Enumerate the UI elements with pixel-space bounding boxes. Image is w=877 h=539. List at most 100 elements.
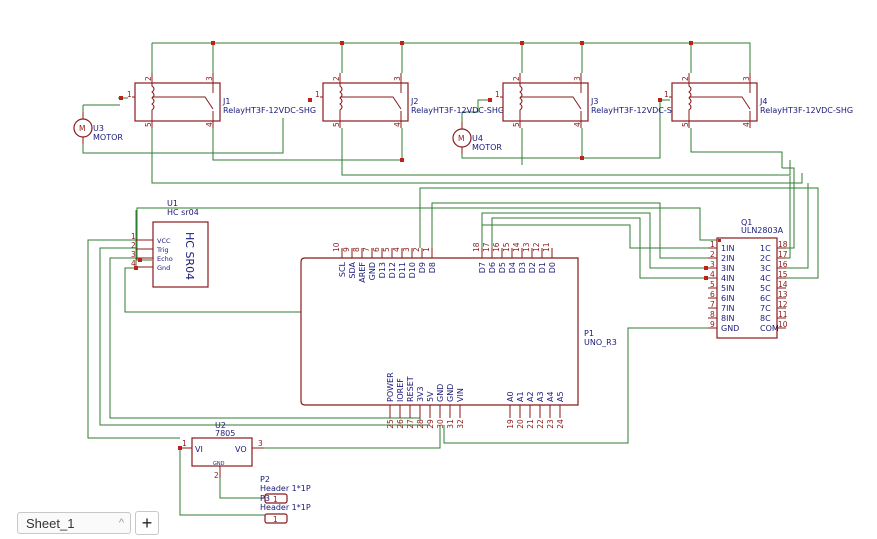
driver-pin-num-4: 4 bbox=[710, 270, 715, 279]
relay-4-pin-3: 3 bbox=[742, 76, 751, 81]
relay-3-pin-4: 4 bbox=[573, 122, 582, 127]
sensor-pin-num-3: 3 bbox=[131, 250, 136, 259]
relay-2-pin-2: 2 bbox=[332, 76, 341, 81]
driver-pin-num-3: 3 bbox=[710, 260, 715, 269]
arduino-pin-a2-2: A2 bbox=[526, 391, 535, 402]
arduino-br-num-22: 22 bbox=[536, 419, 545, 429]
arduino-bl-num-25: 25 bbox=[386, 419, 395, 429]
header-p2-value: Header 1*1P bbox=[260, 484, 311, 493]
arduino-bl-num-28: 28 bbox=[416, 419, 425, 429]
sensor-value: HC sr04 bbox=[167, 208, 199, 217]
driver-pin-num-5: 5 bbox=[710, 280, 715, 289]
driver-pin-num-13: 13 bbox=[778, 290, 788, 299]
arduino-tr-num-17: 17 bbox=[482, 242, 491, 252]
relay-4-pin-1: 1 bbox=[664, 90, 669, 99]
relay-4-pin-2: 2 bbox=[681, 76, 690, 81]
sheet-tab[interactable]: Sheet_1 ^ bbox=[17, 512, 131, 534]
arduino-br-num-20: 20 bbox=[516, 419, 525, 429]
schematic-canvas[interactable]: 12 345J1RelayHT3F-12VDC-SHG12 345J2RelayHT… bbox=[0, 0, 877, 539]
arduino-pin-d8: D8 bbox=[428, 262, 437, 273]
relay-2[interactable]: 1 2 3 4 5 J2RelayHT3F-12VDC-SHG bbox=[315, 73, 504, 128]
arduino-tl-num-10: 10 bbox=[332, 242, 341, 252]
relay-4[interactable]: 1 2 3 4 5 J4RelayHT3F-12VDC-SHG bbox=[664, 73, 853, 128]
arduino-pin-a5-5: A5 bbox=[556, 391, 565, 402]
driver-pin-num-16: 16 bbox=[778, 260, 788, 269]
arduino-tr-num-13: 13 bbox=[522, 242, 531, 252]
add-sheet-button[interactable]: + bbox=[135, 511, 159, 535]
reg-pin-num-1: 1 bbox=[182, 439, 187, 448]
sheet-bar: Sheet_1 ^ + bbox=[17, 511, 159, 535]
arduino-pin-gnd-6: GND bbox=[446, 384, 455, 402]
arduino-br-num-23: 23 bbox=[546, 419, 555, 429]
arduino-tr-num-12: 12 bbox=[532, 242, 541, 252]
arduino-pin-d10: D10 bbox=[408, 262, 417, 278]
driver-pin-4c: 4C bbox=[760, 274, 771, 283]
header-p3-ref: P3 bbox=[260, 494, 270, 503]
driver-pin-num-15: 15 bbox=[778, 270, 788, 279]
arduino-pin-ioref-1: IOREF bbox=[396, 378, 405, 402]
arduino-pin-3v3-3: 3V3 bbox=[416, 386, 425, 402]
driver-pin-num-14: 14 bbox=[778, 280, 788, 289]
arduino-p1[interactable]: P1 UNO_R3 10SCL9SDA8AREF7GND6D135D124D11… bbox=[300, 242, 617, 429]
arduino-tr-num-18: 18 bbox=[472, 242, 481, 252]
regulator-u2[interactable]: U2 7805 VI VO GND 1 3 2 bbox=[178, 421, 264, 480]
motor-u3[interactable]: M U3 MOTOR bbox=[73, 112, 123, 144]
driver-pin-4in: 4IN bbox=[721, 274, 734, 283]
header-p2-ref: P2 bbox=[260, 475, 270, 484]
arduino-bl-num-32: 32 bbox=[456, 419, 465, 429]
arduino-pin-d2: D2 bbox=[528, 262, 537, 273]
arduino-br-num-24: 24 bbox=[556, 419, 565, 429]
arduino-pin-d12: D12 bbox=[388, 262, 397, 278]
motor-u4-value: MOTOR bbox=[472, 143, 502, 152]
driver-pin-gnd: GND bbox=[721, 324, 739, 333]
relay-1-pin-3: 3 bbox=[205, 76, 214, 81]
relay-4-value: RelayHT3F-12VDC-SHG bbox=[760, 106, 853, 115]
arduino-pin-aref: AREF bbox=[358, 262, 367, 283]
motor-u4[interactable]: M U4 MOTOR bbox=[452, 122, 502, 154]
sensor-ref: U1 bbox=[167, 199, 178, 208]
driver-pin-2c: 2C bbox=[760, 254, 771, 263]
relay-2-value: RelayHT3F-12VDC-SHG bbox=[411, 106, 504, 115]
arduino-tr-num-16: 16 bbox=[492, 242, 501, 252]
sensor-pin-num-1: 1 bbox=[131, 232, 136, 241]
reg-pin-num-3: 3 bbox=[258, 439, 263, 448]
ultrasonic-sensor-u1[interactable]: U1 HC sr04 HC SR04 1 VCC2 Trig3 Echo4 Gnd bbox=[131, 199, 209, 288]
driver-pin-2in: 2IN bbox=[721, 254, 734, 263]
driver-pin-num-11: 11 bbox=[778, 310, 788, 319]
relay-1[interactable]: 1 2 3 4 5 J1RelayHT3F-12VDC-SHG bbox=[127, 73, 316, 128]
sensor-pin-trig: Trig bbox=[156, 246, 169, 254]
relay-1-value: RelayHT3F-12VDC-SHG bbox=[223, 106, 316, 115]
chevron-up-icon[interactable]: ^ bbox=[119, 517, 124, 529]
driver-pin-7in: 7IN bbox=[721, 304, 734, 313]
driver-pin-1in: 1IN bbox=[721, 244, 734, 253]
relay-3-pin-2: 2 bbox=[512, 76, 521, 81]
relay-1-pin-1: 1 bbox=[127, 90, 132, 99]
sensor-pin-echo: Echo bbox=[157, 255, 173, 263]
arduino-bl-num-29: 29 bbox=[426, 419, 435, 429]
arduino-pin-a3-3: A3 bbox=[536, 391, 545, 402]
driver-pin-num-17: 17 bbox=[778, 250, 788, 259]
driver-pin-6in: 6IN bbox=[721, 294, 734, 303]
driver-pin-1c: 1C bbox=[760, 244, 771, 253]
arduino-tr-num-15: 15 bbox=[502, 242, 511, 252]
relay-1-ref: J1 bbox=[222, 97, 230, 106]
driver-q1[interactable]: Q1 ULN2803A 1 1IN2 2IN3 3IN4 4IN5 5IN6 6IN7 7IN… bbox=[708, 218, 788, 339]
relay-4-ref: J4 bbox=[759, 97, 767, 106]
driver-pin-num-7: 7 bbox=[710, 300, 715, 309]
driver-pin-num-1: 1 bbox=[710, 240, 715, 249]
arduino-bl-num-31: 31 bbox=[446, 419, 455, 429]
driver-pin-8c: 8C bbox=[760, 314, 771, 323]
arduino-pin-d13: D13 bbox=[378, 262, 387, 278]
driver-pin-num-8: 8 bbox=[710, 310, 715, 319]
arduino-pin-d5: D5 bbox=[498, 262, 507, 273]
arduino-tl-num-5: 5 bbox=[382, 247, 391, 252]
sensor-body-label: HC SR04 bbox=[183, 232, 196, 280]
arduino-pin-d7: D7 bbox=[478, 262, 487, 273]
relay-3[interactable]: 1 2 3 4 5 J3RelayHT3F-12VDC-SHG bbox=[495, 73, 684, 128]
relay-1-pin-5: 5 bbox=[144, 122, 153, 127]
arduino-tl-num-2: 2 bbox=[412, 247, 421, 252]
arduino-pin-gnd: GND bbox=[368, 262, 377, 280]
relay-3-value: RelayHT3F-12VDC-SHG bbox=[591, 106, 684, 115]
arduino-pin-d0: D0 bbox=[548, 262, 557, 273]
arduino-br-num-21: 21 bbox=[526, 419, 535, 429]
